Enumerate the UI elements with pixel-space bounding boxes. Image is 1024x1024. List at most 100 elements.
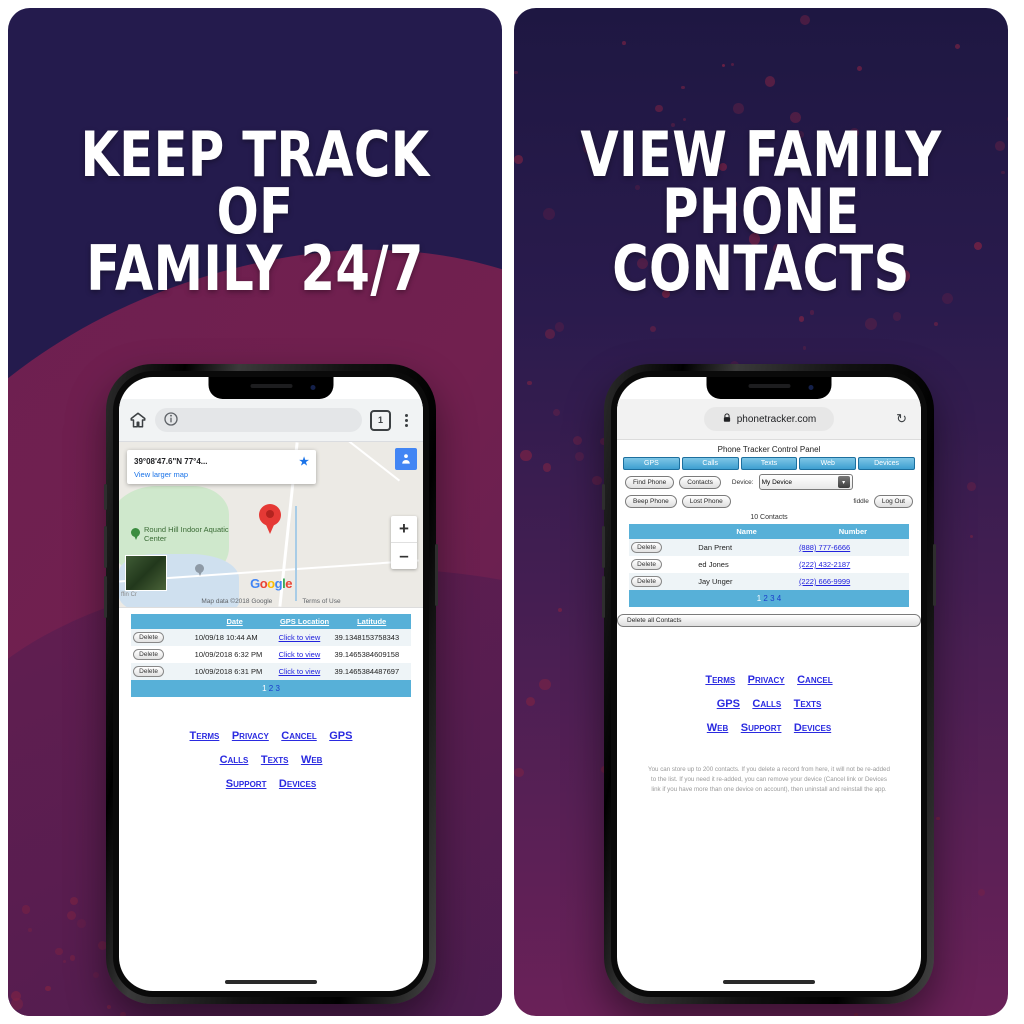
lost-phone-button[interactable]: Lost Phone [681, 495, 731, 508]
reload-icon[interactable]: ↻ [896, 411, 907, 427]
headline-right: VIEW FAMILY PHONE CONTACTS [514, 123, 1008, 299]
delete-button[interactable]: Delete [631, 576, 662, 587]
tab-calls[interactable]: Calls [681, 457, 739, 470]
footer-link-calls[interactable]: Calls [220, 754, 249, 766]
page-4[interactable]: 4 [777, 594, 781, 603]
decorative-dot [978, 889, 986, 897]
decorative-dot [543, 463, 552, 472]
decorative-dot [809, 310, 815, 315]
map-zoom-controls[interactable]: + – [391, 516, 417, 569]
footer-link-privacy[interactable]: Privacy [748, 674, 785, 686]
gps-location-cell[interactable]: Click to view [277, 663, 333, 680]
footer-link-texts[interactable]: Texts [261, 754, 289, 766]
footer-link-web[interactable]: Web [301, 754, 323, 766]
overflow-menu-icon[interactable] [399, 413, 413, 427]
gps-delete-cell[interactable]: Delete [131, 663, 193, 680]
contact-delete-cell[interactable]: Delete [629, 539, 696, 556]
gps-col-location: GPS Location [276, 614, 333, 629]
gps-location-cell[interactable]: Click to view [277, 646, 333, 663]
footer-link-terms[interactable]: Terms [705, 674, 735, 686]
footer-link-devices[interactable]: Devices [794, 722, 831, 734]
click-to-view-link[interactable]: Click to view [279, 633, 321, 642]
page-3[interactable]: 3 [770, 594, 774, 603]
delete-button[interactable]: Delete [631, 542, 662, 553]
footer-link-terms[interactable]: Terms [190, 730, 220, 742]
decorative-dot [514, 70, 518, 75]
map-location-pin [259, 504, 281, 534]
footer-link-web[interactable]: Web [707, 722, 729, 734]
star-icon[interactable]: ★ [299, 455, 309, 468]
map-view[interactable]: 39°08'47.6"N 77°4... ★ View larger map R… [119, 442, 423, 608]
footer-links-line2: Calls Texts Web [119, 747, 423, 771]
decorative-dot [802, 346, 807, 350]
home-icon[interactable] [129, 411, 147, 429]
click-to-view-link[interactable]: Click to view [279, 667, 321, 676]
contact-delete-cell[interactable]: Delete [629, 573, 696, 590]
delete-button[interactable]: Delete [133, 649, 164, 660]
contact-number-link[interactable]: (222) 432-2187 [799, 560, 850, 569]
gps-location-cell[interactable]: Click to view [277, 629, 333, 646]
delete-all-contacts-button[interactable]: Delete all Contacts [617, 614, 921, 627]
contact-number-cell[interactable]: (222) 432-2187 [797, 556, 909, 573]
control-panel-tabs: GPS Calls Texts Web Devices [617, 457, 921, 470]
footer-link-cancel[interactable]: Cancel [281, 730, 317, 742]
address-bar-right[interactable]: phonetracker.com [703, 407, 835, 431]
contact-number-cell[interactable]: (888) 777-6666 [797, 539, 909, 556]
contacts-note: You can store up to 200 contacts. If you… [648, 766, 890, 794]
gps-table-header-row: Date GPS Location Latitude [131, 614, 411, 629]
tab-counter-button[interactable]: 1 [370, 409, 391, 431]
footer-links-line3: Support Devices [119, 771, 423, 795]
delete-button[interactable]: Delete [133, 666, 164, 677]
decorative-dot [954, 43, 960, 49]
phone-mockup-right: phonetracker.com ↻ Phone Tracker Control… [602, 364, 936, 1004]
decorative-dot [681, 86, 685, 90]
tab-texts[interactable]: Texts [740, 457, 798, 470]
decorative-dot [575, 452, 584, 462]
map-terms-link[interactable]: Terms of Use [302, 598, 340, 605]
gps-pagination[interactable]: 1 2 3 [131, 680, 411, 697]
click-to-view-link[interactable]: Click to view [279, 650, 321, 659]
contact-delete-cell[interactable]: Delete [629, 556, 696, 573]
page-2[interactable]: 2 [763, 594, 767, 603]
map-zoom-in-button[interactable]: + [391, 516, 417, 543]
footer-link-calls[interactable]: Calls [752, 698, 781, 710]
device-select[interactable]: My Device ▾ [758, 474, 853, 490]
beep-phone-button[interactable]: Beep Phone [625, 495, 677, 508]
footer-link-support[interactable]: Support [741, 722, 782, 734]
decorative-dot [572, 436, 582, 446]
footer-link-texts[interactable]: Texts [794, 698, 822, 710]
tab-web[interactable]: Web [799, 457, 857, 470]
phone-mute-switch [602, 484, 605, 510]
logout-button[interactable]: Log Out [873, 495, 913, 508]
find-phone-button[interactable]: Find Phone [625, 475, 675, 489]
contact-number-link[interactable]: (888) 777-6666 [799, 543, 850, 552]
view-larger-map-link[interactable]: View larger map [134, 470, 309, 479]
page-2[interactable]: 2 [269, 684, 273, 693]
map-zoom-out-button[interactable]: – [391, 543, 417, 569]
page-info-icon[interactable] [163, 411, 181, 429]
contacts-button[interactable]: Contacts [679, 475, 721, 489]
footer-link-devices[interactable]: Devices [279, 778, 316, 790]
street-view-pegman-icon[interactable] [395, 448, 417, 470]
gps-delete-cell[interactable]: Delete [131, 629, 193, 646]
delete-button[interactable]: Delete [133, 632, 164, 643]
footer-link-support[interactable]: Support [226, 778, 267, 790]
contacts-col-blank [629, 524, 697, 539]
footer-link-privacy[interactable]: Privacy [232, 730, 269, 742]
footer-links-right: Terms Privacy Cancel GPS Calls Texts Web… [617, 667, 921, 739]
footer-link-cancel[interactable]: Cancel [797, 674, 833, 686]
footer-link-gps[interactable]: GPS [717, 698, 740, 710]
map-infobox[interactable]: 39°08'47.6"N 77°4... ★ View larger map [127, 450, 316, 484]
phone-bezel-left: 1 39°08'47.6"N 77°4... ★ View larger map… [113, 371, 429, 997]
contact-number-link[interactable]: (222) 666-9999 [799, 577, 850, 586]
map-satellite-thumbnail[interactable] [125, 555, 167, 591]
address-bar-left[interactable] [155, 408, 362, 432]
footer-link-gps[interactable]: GPS [329, 730, 352, 742]
contact-number-cell[interactable]: (222) 666-9999 [797, 573, 909, 590]
contacts-pagination[interactable]: 1 2 3 4 [629, 590, 909, 607]
delete-button[interactable]: Delete [631, 559, 662, 570]
tab-devices[interactable]: Devices [858, 457, 915, 470]
gps-delete-cell[interactable]: Delete [131, 646, 193, 663]
page-3[interactable]: 3 [275, 684, 279, 693]
tab-gps[interactable]: GPS [623, 457, 680, 470]
